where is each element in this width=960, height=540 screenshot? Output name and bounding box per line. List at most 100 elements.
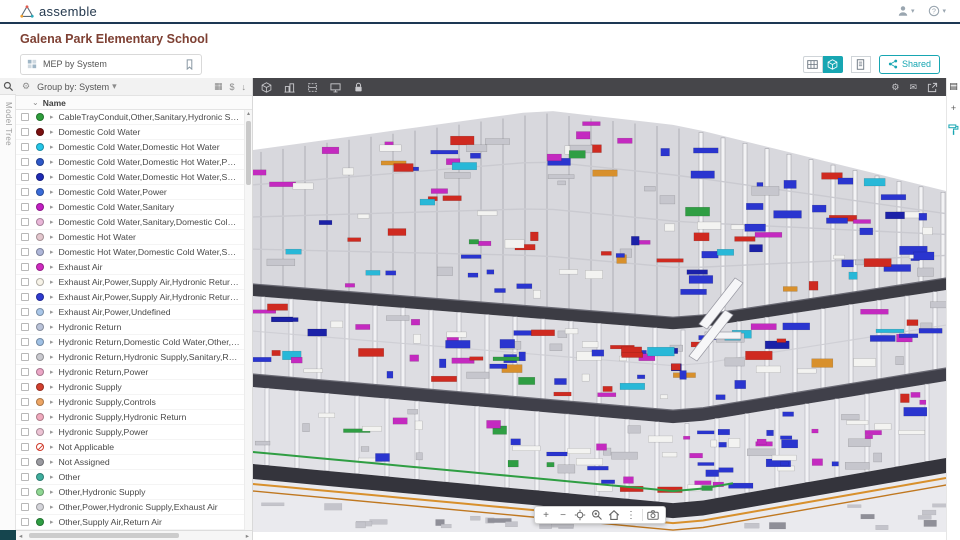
tree-horizontal-scrollbar[interactable]: ◂ ▸: [16, 530, 252, 540]
zoom-out-button[interactable]: −: [555, 507, 572, 523]
export-icon[interactable]: ↓: [242, 82, 247, 92]
zoom-window-button[interactable]: [589, 507, 606, 523]
buildings-icon[interactable]: [284, 82, 295, 93]
row-checkbox[interactable]: [21, 383, 29, 391]
tree-row[interactable]: ▸ Domestic Hot Water: [16, 230, 252, 245]
row-expand-caret-icon[interactable]: ▸: [50, 458, 54, 466]
tree-row[interactable]: ▸ Hydronic Supply,Controls: [16, 395, 252, 410]
columns-icon[interactable]: ▦: [214, 81, 223, 92]
row-checkbox[interactable]: [21, 458, 29, 466]
home-view-button[interactable]: [606, 507, 623, 523]
model-view-button[interactable]: [822, 55, 843, 73]
mail-icon[interactable]: ✉: [909, 82, 917, 93]
vertical-scroll-thumb[interactable]: [246, 121, 251, 185]
row-checkbox[interactable]: [21, 188, 29, 196]
row-expand-caret-icon[interactable]: ▸: [50, 113, 54, 121]
row-checkbox[interactable]: [21, 323, 29, 331]
row-checkbox[interactable]: [21, 113, 29, 121]
view-selector[interactable]: MEP by System: [20, 53, 202, 75]
tree-row[interactable]: ▸ Domestic Cold Water,Sanitary: [16, 200, 252, 215]
tree-row[interactable]: ▸ Exhaust Air,Power,Supply Air,Hydronic R…: [16, 290, 252, 305]
row-checkbox[interactable]: [21, 158, 29, 166]
row-checkbox[interactable]: [21, 263, 29, 271]
tree-row[interactable]: ▸ Hydronic Supply,Power: [16, 425, 252, 440]
search-tab[interactable]: [0, 78, 16, 95]
row-checkbox[interactable]: [21, 143, 29, 151]
tree-row[interactable]: ▸ Not Applicable: [16, 440, 252, 455]
tree-row[interactable]: ▸ Hydronic Supply,Hydronic Return: [16, 410, 252, 425]
tree-row[interactable]: ▸ Not Assigned: [16, 455, 252, 470]
tree-row[interactable]: ▸ Exhaust Air: [16, 260, 252, 275]
row-expand-caret-icon[interactable]: ▸: [50, 398, 54, 406]
tree-row[interactable]: ▸ Domestic Cold Water,Domestic Hot Water,…: [16, 170, 252, 185]
row-expand-caret-icon[interactable]: ▸: [50, 293, 54, 301]
open-new-window-icon[interactable]: [927, 82, 938, 93]
horizontal-scroll-thumb[interactable]: [29, 533, 179, 538]
row-expand-caret-icon[interactable]: ▸: [50, 353, 54, 361]
row-checkbox[interactable]: [21, 248, 29, 256]
section-box-icon[interactable]: [307, 82, 318, 93]
help-menu[interactable]: ? ▾: [928, 5, 946, 17]
row-checkbox[interactable]: [21, 488, 29, 496]
row-expand-caret-icon[interactable]: ▸: [50, 413, 54, 421]
shared-button[interactable]: Shared: [878, 54, 940, 74]
viewer-settings-gear-icon[interactable]: ⚙: [891, 82, 899, 93]
row-expand-caret-icon[interactable]: ▸: [50, 188, 54, 196]
row-expand-caret-icon[interactable]: ▸: [50, 383, 54, 391]
row-expand-caret-icon[interactable]: ▸: [50, 143, 54, 151]
row-expand-caret-icon[interactable]: ▸: [50, 338, 54, 346]
screenshot-button[interactable]: [645, 507, 662, 523]
group-by-dropdown[interactable]: Group by: System ▾: [37, 81, 117, 92]
more-options-button[interactable]: ⋮: [623, 507, 640, 523]
row-expand-caret-icon[interactable]: ▸: [50, 203, 54, 211]
row-checkbox[interactable]: [21, 368, 29, 376]
report-button[interactable]: [850, 55, 871, 73]
scroll-up-icon[interactable]: ▴: [245, 110, 252, 119]
tree-row[interactable]: ▸ Other,Supply Air,Return Air: [16, 515, 252, 530]
row-checkbox[interactable]: [21, 128, 29, 136]
row-checkbox[interactable]: [21, 218, 29, 226]
tree-column-header[interactable]: ⌄ Name: [16, 96, 252, 110]
tree-row[interactable]: ▸ Domestic Cold Water,Sanitary,Domestic C…: [16, 215, 252, 230]
row-expand-caret-icon[interactable]: ▸: [50, 218, 54, 226]
row-checkbox[interactable]: [21, 203, 29, 211]
tree-row[interactable]: ▸ Other,Power,Hydronic Supply,Exhaust Air: [16, 500, 252, 515]
row-checkbox[interactable]: [21, 503, 29, 511]
assemble-logo[interactable]: assemble: [20, 4, 97, 19]
tree-row[interactable]: ▸ Hydronic Return,Domestic Cold Water,Oth…: [16, 335, 252, 350]
tree-row[interactable]: ▸ Hydronic Return,Power: [16, 365, 252, 380]
row-expand-caret-icon[interactable]: ▸: [50, 248, 54, 256]
tree-row[interactable]: ▸ CableTrayConduit,Other,Sanitary,Hydroni…: [16, 110, 252, 125]
row-expand-caret-icon[interactable]: ▸: [50, 368, 54, 376]
row-checkbox[interactable]: [21, 338, 29, 346]
row-expand-caret-icon[interactable]: ▸: [50, 428, 54, 436]
tree-row[interactable]: ▸ Other,Hydronic Supply: [16, 485, 252, 500]
scroll-right-icon[interactable]: ▸: [246, 532, 249, 540]
tree-row[interactable]: ▸ Domestic Hot Water,Domestic Cold Water,…: [16, 245, 252, 260]
tree-row[interactable]: ▸ Other: [16, 470, 252, 485]
tree-row[interactable]: ▸ Domestic Cold Water,Power: [16, 185, 252, 200]
row-expand-caret-icon[interactable]: ▸: [50, 473, 54, 481]
lock-icon[interactable]: [353, 82, 364, 93]
tree-row[interactable]: ▸ Exhaust Air,Power,Supply Air,Hydronic R…: [16, 275, 252, 290]
fit-view-button[interactable]: [572, 507, 589, 523]
row-expand-caret-icon[interactable]: ▸: [50, 158, 54, 166]
row-expand-caret-icon[interactable]: ▸: [50, 308, 54, 316]
row-expand-caret-icon[interactable]: ▸: [50, 443, 54, 451]
row-expand-caret-icon[interactable]: ▸: [50, 323, 54, 331]
tree-row[interactable]: ▸ Domestic Cold Water,Domestic Hot Water: [16, 140, 252, 155]
grid-view-button[interactable]: [802, 55, 823, 73]
row-checkbox[interactable]: [21, 278, 29, 286]
row-expand-caret-icon[interactable]: ▸: [50, 488, 54, 496]
row-checkbox[interactable]: [21, 308, 29, 316]
row-checkbox[interactable]: [21, 473, 29, 481]
row-checkbox[interactable]: [21, 293, 29, 301]
add-view-icon[interactable]: +: [951, 103, 956, 113]
row-expand-caret-icon[interactable]: ▸: [50, 518, 54, 526]
tree-row[interactable]: ▸ Hydronic Return,Hydronic Supply,Sanitar…: [16, 350, 252, 365]
row-checkbox[interactable]: [21, 398, 29, 406]
row-expand-caret-icon[interactable]: ▸: [50, 128, 54, 136]
row-expand-caret-icon[interactable]: ▸: [50, 263, 54, 271]
scroll-left-icon[interactable]: ◂: [19, 532, 22, 540]
properties-panel-icon[interactable]: ▤: [949, 81, 958, 92]
